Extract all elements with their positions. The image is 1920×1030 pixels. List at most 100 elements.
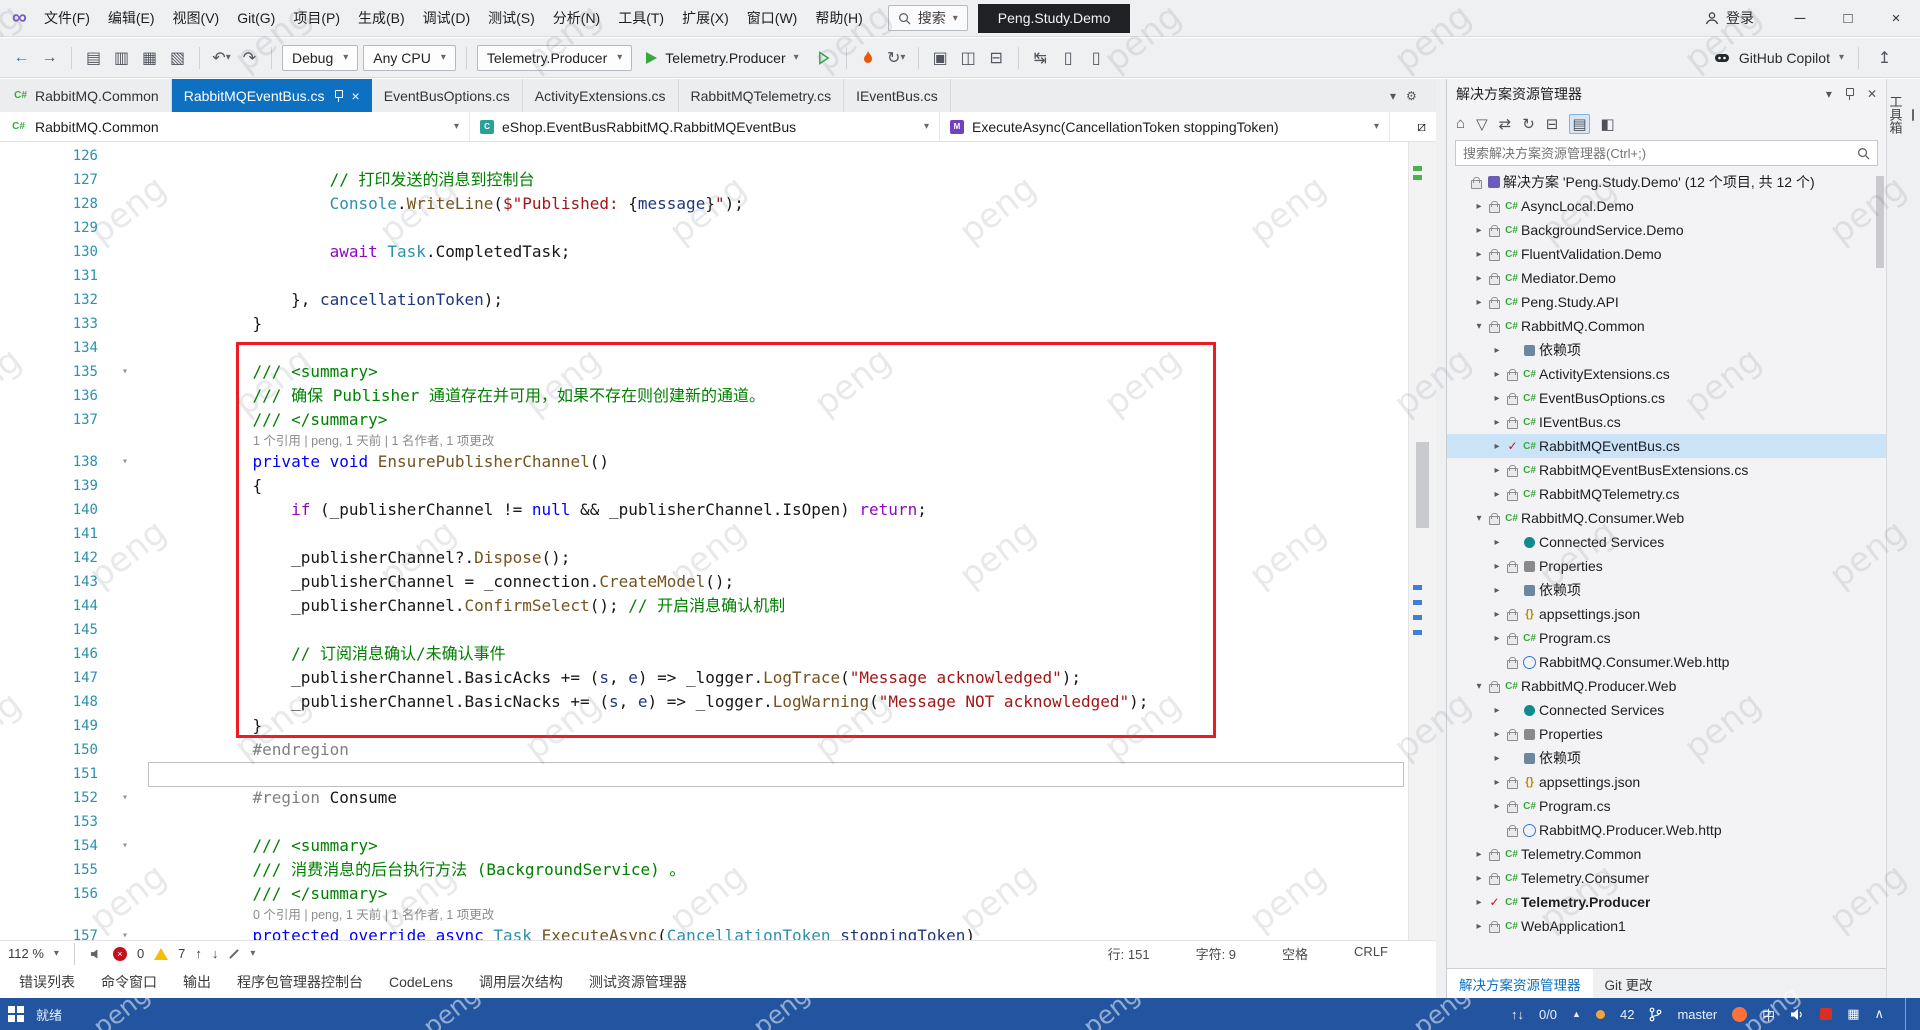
save-icon[interactable]: ▦ [138, 45, 161, 71]
tree-expander-icon[interactable]: ▾ [1471, 513, 1487, 524]
tree-item[interactable]: ▸ C# Mediator.Demo [1447, 266, 1886, 290]
breakpoint-margin[interactable] [0, 384, 50, 408]
share-icon[interactable]: ↥ [1873, 45, 1896, 71]
breakpoint-margin[interactable] [0, 408, 50, 432]
tree-expander-icon[interactable]: ▸ [1489, 609, 1505, 620]
editor-scrollbar[interactable] [1408, 142, 1436, 940]
tree-item[interactable]: ▸ C# BackgroundService.Demo [1447, 218, 1886, 242]
tree-item[interactable]: ▸ 依赖项 [1447, 578, 1886, 602]
code-line[interactable]: 141 [0, 522, 1436, 546]
code-line[interactable]: 143 _publisherChannel = _connection.Crea… [0, 570, 1436, 594]
code-line[interactable]: 148 _publisherChannel.BasicNacks += (s, … [0, 690, 1436, 714]
tree-item[interactable]: ▸ C# RabbitMQTelemetry.cs [1447, 482, 1886, 506]
breakpoint-margin[interactable] [0, 144, 50, 168]
breadcrumb-project[interactable]: C# RabbitMQ.Common ▾ [0, 112, 470, 141]
editor-tab[interactable]: ActivityExtensions.cs [523, 79, 679, 112]
panel-tab[interactable]: CodeLens [376, 966, 466, 998]
code-line[interactable]: 156 /// </summary> [0, 882, 1436, 906]
navigate-back-icon[interactable]: ← [10, 45, 33, 71]
tree-item[interactable]: ▸ C# FluentValidation.Demo [1447, 242, 1886, 266]
properties-icon[interactable]: ◧ [1601, 115, 1615, 133]
fold-icon[interactable]: ▾ [102, 834, 148, 858]
code-line[interactable]: 139 { [0, 474, 1436, 498]
tree-item[interactable]: ▸ {} appsettings.json [1447, 770, 1886, 794]
tree-item[interactable]: ▾ C# RabbitMQ.Common [1447, 314, 1886, 338]
code-line[interactable]: 154 ▾ /// <summary> [0, 834, 1436, 858]
tree-item[interactable]: ▸ C# WebApplication1 [1447, 914, 1886, 938]
tree-item[interactable]: ▾ C# RabbitMQ.Consumer.Web [1447, 506, 1886, 530]
tree-item[interactable]: ▸ C# ActivityExtensions.cs [1447, 362, 1886, 386]
breakpoint-margin[interactable] [0, 690, 50, 714]
toolbar-icon[interactable]: ◫ [957, 45, 980, 71]
show-all-files-icon[interactable]: ▤ [1569, 113, 1590, 134]
tree-expander-icon[interactable]: ▸ [1471, 873, 1487, 884]
tree-item[interactable]: ▸ C# Program.cs [1447, 626, 1886, 650]
editor-tab[interactable]: IEventBus.cs [844, 79, 951, 112]
tree-expander-icon[interactable]: ▸ [1489, 465, 1505, 476]
breakpoint-margin[interactable] [0, 924, 50, 940]
solution-search-box[interactable] [1455, 140, 1878, 166]
tray-count[interactable]: 42 [1620, 1007, 1634, 1022]
breakpoint-margin[interactable] [0, 546, 50, 570]
code-line[interactable]: 136 /// 确保 Publisher 通道存在并可用，如果不存在则创建新的通… [0, 384, 1436, 408]
menu-item[interactable]: 调试(D) [414, 0, 479, 36]
tree-item[interactable]: ▸ Connected Services [1447, 530, 1886, 554]
tree-expander-icon[interactable]: ▸ [1489, 489, 1505, 500]
pin-icon[interactable] [1844, 87, 1855, 101]
breakpoint-margin[interactable] [0, 570, 50, 594]
breakpoint-margin[interactable] [0, 216, 50, 240]
breakpoint-margin[interactable] [0, 738, 50, 762]
solution-search-input[interactable] [1463, 145, 1851, 161]
restart-icon[interactable]: ↻ ▾ [885, 45, 908, 71]
tree-expander-icon[interactable]: ▸ [1489, 441, 1505, 452]
breakpoint-margin[interactable] [0, 666, 50, 690]
tree-expander-icon[interactable]: ▸ [1471, 297, 1487, 308]
tree-item[interactable]: RabbitMQ.Producer.Web.http [1447, 818, 1886, 842]
menu-item[interactable]: 工具(T) [609, 0, 673, 36]
code-line[interactable]: 127 // 打印发送的消息到控制台 [0, 168, 1436, 192]
tray-chevron-icon[interactable]: ▲ [1572, 1009, 1581, 1019]
sync-selection-icon[interactable]: ⇄ [1499, 115, 1512, 133]
panel-splitter[interactable] [1436, 79, 1446, 998]
filter-icon[interactable]: ▽ [1476, 115, 1488, 133]
tray-app-icon[interactable] [1820, 1008, 1833, 1020]
code-line[interactable]: 157 ▾ protected override async Task Execu… [0, 924, 1436, 940]
code-line[interactable]: 153 [0, 810, 1436, 834]
git-sync-arrows-icon[interactable]: ↑↓ [1511, 1007, 1524, 1022]
menu-item[interactable]: 测试(S) [479, 0, 544, 36]
next-issue-icon[interactable]: ↓ [212, 946, 219, 961]
breakpoint-margin[interactable] [0, 450, 50, 474]
menu-item[interactable]: 窗口(W) [738, 0, 807, 36]
warning-count-icon[interactable] [154, 947, 169, 960]
tree-item[interactable]: ▸ C# Peng.Study.API [1447, 290, 1886, 314]
code-line[interactable]: 126 [0, 144, 1436, 168]
switch-views-icon[interactable]: ⌂ [1456, 115, 1465, 132]
collapse-all-icon[interactable]: ⊟ [1546, 115, 1559, 133]
ime-indicator[interactable]: 中 [1762, 1005, 1775, 1024]
breakpoint-margin[interactable] [0, 714, 50, 738]
breakpoint-margin[interactable] [0, 288, 50, 312]
breakpoint-margin[interactable] [0, 168, 50, 192]
tree-expander-icon[interactable]: ▸ [1471, 921, 1487, 932]
scrollbar-thumb[interactable] [1416, 442, 1429, 528]
toolbox-vertical-tab[interactable]: 工具箱 [1888, 95, 1914, 134]
toolbar-icon[interactable]: ▣ [929, 45, 952, 71]
code-line[interactable]: 134 [0, 336, 1436, 360]
explorer-bottom-tab[interactable]: 解决方案资源管理器 [1447, 969, 1593, 998]
refresh-icon[interactable]: ↻ [1522, 115, 1535, 133]
git-sync-status[interactable]: 0/0 [1539, 1007, 1557, 1022]
code-line[interactable]: 129 [0, 216, 1436, 240]
tree-expander-icon[interactable]: ▸ [1471, 249, 1487, 260]
start-debugging-button[interactable]: Telemetry.Producer ▾ [637, 44, 807, 72]
line-ending[interactable]: CRLF [1354, 944, 1388, 963]
breakpoint-margin[interactable] [0, 264, 50, 288]
tray-grid-icon[interactable]: ▦ [1847, 1006, 1859, 1022]
breadcrumb-type[interactable]: C eShop.EventBusRabbitMQ.RabbitMQEventBu… [470, 112, 940, 141]
tree-item[interactable]: ▸ 依赖项 [1447, 746, 1886, 770]
menu-item[interactable]: 扩展(X) [673, 0, 738, 36]
split-editor-icon[interactable]: ⧄ [1407, 112, 1436, 141]
tree-item[interactable]: ▸ C# AsyncLocal.Demo [1447, 194, 1886, 218]
tab-options-icon[interactable]: ⚙ [1406, 89, 1417, 103]
explorer-scrollbar[interactable] [1876, 176, 1884, 268]
editor-tab[interactable]: RabbitMQTelemetry.cs [679, 79, 845, 112]
